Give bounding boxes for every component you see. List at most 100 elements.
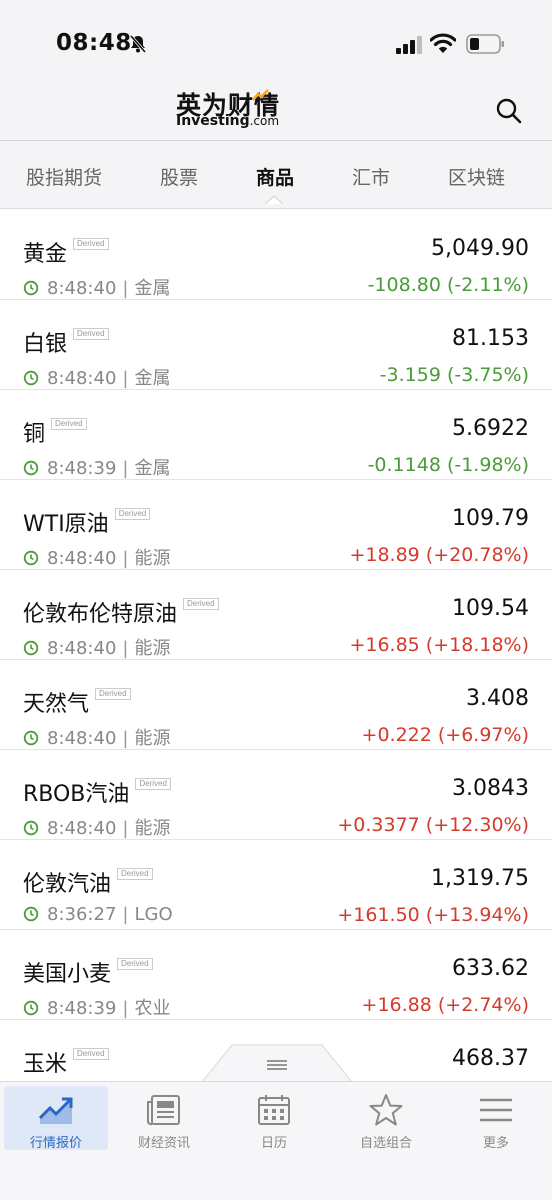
tab-forex[interactable]: 汇市	[352, 163, 390, 190]
clock-icon	[23, 460, 39, 475]
quote-time: 8:48:39	[47, 998, 117, 1019]
quote-meta: 8:48:39 | 农业	[23, 994, 170, 1020]
quote-row[interactable]: 美国小麦 Derived 633.62 8:48:39 | 农业 +16.88 (+2.74…	[0, 930, 552, 1020]
derived-badge: Derived	[135, 778, 171, 790]
quote-row[interactable]: WTI原油 Derived 109.79 8:48:40 | 能源 +18.89 (+20.…	[0, 480, 552, 570]
quote-row[interactable]: 白银 Derived 81.153 8:48:40 | 金属 -3.159 (-3.75%)	[0, 300, 552, 390]
star-icon	[369, 1094, 403, 1126]
price-change: -0.1148 (-1.98%)	[367, 454, 529, 476]
instrument-name-text: WTI原油	[23, 512, 109, 537]
nav-more-label: 更多	[482, 1136, 509, 1151]
quote-meta: 8:48:40 | 能源	[23, 544, 170, 570]
instrument-name-text: RBOB汽油	[23, 782, 130, 807]
derived-badge: Derived	[117, 958, 153, 970]
nav-news[interactable]: 财经资讯	[112, 1086, 216, 1151]
nav-quotes-label: 行情报价	[29, 1136, 82, 1151]
derived-badge: Derived	[95, 688, 131, 700]
derived-badge: Derived	[117, 868, 153, 880]
quote-row[interactable]: RBOB汽油 Derived 3.0843 8:48:40 | 能源 +0.3377 (+1…	[0, 750, 552, 840]
last-price: 633.62	[452, 956, 529, 981]
quote-meta: 8:48:40 | 能源	[23, 814, 170, 840]
price-change: +161.50 (+13.94%)	[337, 904, 529, 926]
instrument-name-text: 玉米	[23, 1052, 68, 1077]
last-price: 109.79	[452, 506, 529, 531]
instrument-name: 铜 Derived	[23, 416, 87, 448]
instrument-name: 黄金 Derived	[23, 236, 109, 268]
meta-separator: |	[122, 278, 129, 299]
meta-separator: |	[122, 818, 129, 839]
quote-row[interactable]: 黄金 Derived 5,049.90 8:48:40 | 金属 -108.80 (-2.1…	[0, 210, 552, 300]
clock-icon	[23, 370, 39, 385]
calendar-icon	[258, 1095, 290, 1125]
quote-time: 8:36:27	[47, 904, 117, 925]
cell-signal-icon	[396, 36, 422, 54]
quote-category: LGO	[134, 904, 173, 925]
meta-separator: |	[122, 638, 129, 659]
instrument-name-text: 铜	[23, 422, 46, 447]
quote-meta: 8:48:39 | 金属	[23, 454, 170, 480]
derived-badge: Derived	[73, 328, 109, 340]
investing-logo[interactable]: 英为财情 Investing.com	[176, 86, 306, 134]
quote-time: 8:48:40	[47, 818, 117, 839]
last-price: 5.6922	[452, 416, 529, 441]
nav-quotes[interactable]: 行情报价	[4, 1086, 108, 1151]
last-price: 468.37	[452, 1046, 529, 1071]
nav-more[interactable]: 更多	[444, 1086, 548, 1151]
price-change: -3.159 (-3.75%)	[379, 364, 529, 386]
nav-news-label: 财经资讯	[137, 1136, 190, 1151]
quote-category: 能源	[134, 728, 171, 749]
clock-icon	[23, 640, 39, 655]
derived-badge: Derived	[183, 598, 219, 610]
quote-meta: 8:48:40 | 金属	[23, 274, 170, 300]
clock-icon	[23, 550, 39, 565]
nav-calendar[interactable]: 日历	[222, 1086, 326, 1151]
quote-row[interactable]: 铜 Derived 5.6922 8:48:39 | 金属 -0.1148 (-1.98%)	[0, 390, 552, 480]
meta-separator: |	[122, 548, 129, 569]
drawer-handle[interactable]	[202, 1044, 352, 1082]
tab-crypto[interactable]: 区块链	[448, 163, 505, 190]
tab-stocks[interactable]: 股票	[160, 163, 198, 190]
derived-badge: Derived	[73, 238, 109, 250]
newspaper-icon	[147, 1095, 180, 1126]
quote-row[interactable]: 伦敦汽油 Derived 1,319.75 8:36:27 | LGO +161.50 (+…	[0, 840, 552, 930]
price-change: +0.3377 (+12.30%)	[337, 814, 529, 836]
instrument-name: 美国小麦 Derived	[23, 956, 153, 988]
quote-category: 金属	[134, 278, 171, 299]
battery-icon	[466, 34, 504, 54]
price-change: +16.88 (+2.74%)	[361, 994, 529, 1016]
clock-icon	[23, 280, 39, 295]
instrument-name-text: 伦敦布伦特原油	[23, 602, 178, 627]
instrument-name-text: 天然气	[23, 692, 90, 717]
quote-time: 8:48:40	[47, 278, 117, 299]
quote-category: 能源	[134, 818, 171, 839]
meta-separator: |	[122, 458, 129, 479]
quote-meta: 8:48:40 | 金属	[23, 364, 170, 390]
quote-time: 8:48:40	[47, 638, 117, 659]
instrument-name: 天然气 Derived	[23, 686, 131, 718]
derived-badge: Derived	[114, 508, 151, 520]
instrument-name: 玉米 Derived	[23, 1046, 109, 1078]
wifi-icon	[430, 33, 456, 53]
tab-commodities[interactable]: 商品	[256, 163, 294, 190]
nav-watchlist[interactable]: 自选组合	[334, 1086, 438, 1151]
last-price: 3.0843	[452, 776, 529, 801]
logo-english-name: Investing	[176, 113, 250, 129]
price-change: +16.85 (+18.18%)	[349, 634, 529, 656]
quote-row[interactable]: 天然气 Derived 3.408 8:48:40 | 能源 +0.222 (+6.97%)	[0, 660, 552, 750]
logo-arrow-icon	[252, 89, 269, 101]
logo-domain: .com	[249, 114, 280, 128]
derived-badge: Derived	[51, 418, 87, 430]
quote-category: 金属	[134, 368, 171, 389]
instrument-name-text: 白银	[23, 332, 68, 357]
search-icon[interactable]	[494, 96, 524, 126]
quote-meta: 8:48:40 | 能源	[23, 724, 170, 750]
price-change: -108.80 (-2.11%)	[367, 274, 529, 296]
last-price: 1,319.75	[431, 866, 529, 891]
last-price: 81.153	[452, 326, 529, 351]
bell-muted-icon	[129, 35, 147, 53]
quote-category: 能源	[134, 638, 171, 659]
clock-icon	[23, 820, 39, 835]
tab-index-futures[interactable]: 股指期货	[26, 163, 102, 190]
quote-row[interactable]: 伦敦布伦特原油 Derived 109.54 8:48:40 | 能源 +16.85 (+1…	[0, 570, 552, 660]
quote-category: 农业	[134, 998, 171, 1019]
